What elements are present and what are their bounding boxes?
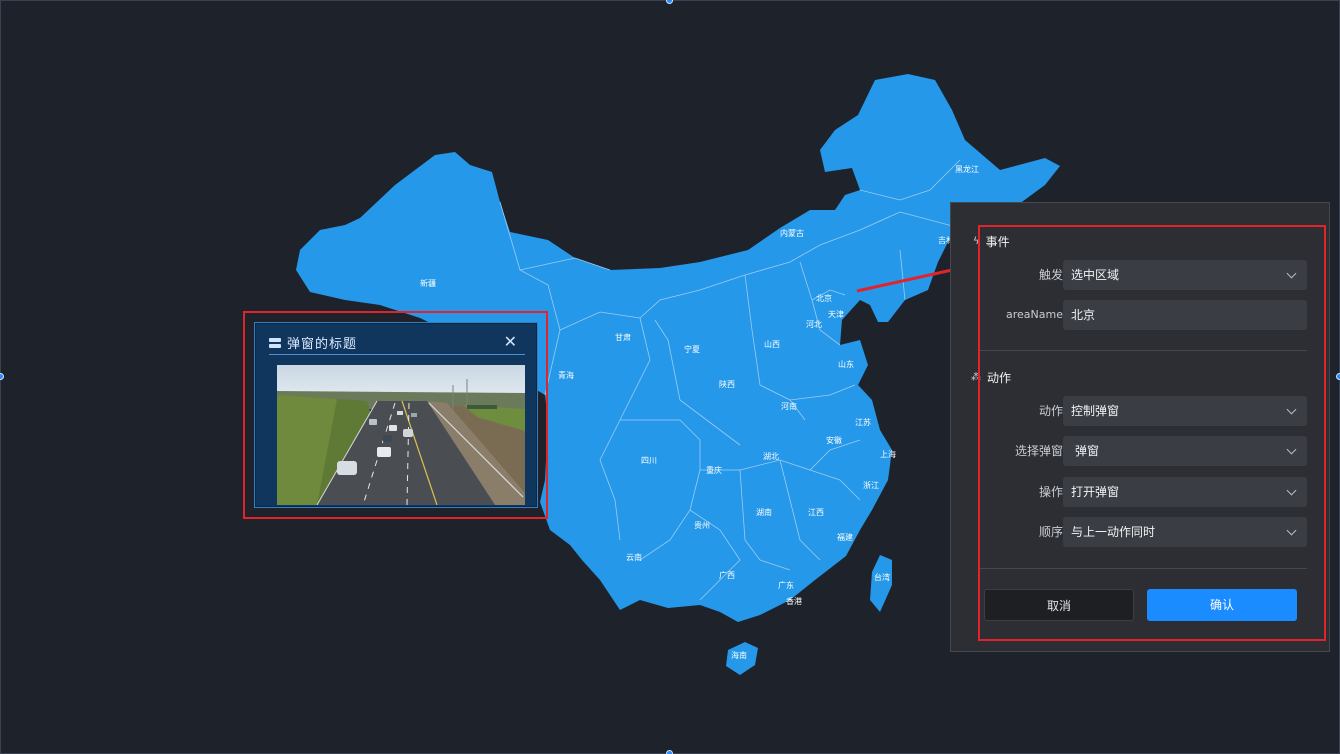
- select-popup-select[interactable]: 弹窗: [1063, 436, 1307, 466]
- province-label: 河南: [781, 401, 797, 411]
- select-popup-label: 选择弹窗: [1014, 444, 1063, 458]
- order-label: 顺序: [1038, 525, 1063, 539]
- chevron-down-icon: [1286, 444, 1297, 455]
- province-label: 北京: [816, 293, 832, 303]
- trigger-label: 触发: [1038, 268, 1063, 282]
- divider: [979, 350, 1307, 351]
- province-label: 甘肃: [615, 332, 631, 342]
- province-label: 新疆: [420, 278, 436, 288]
- lightning-icon: ϟ: [973, 236, 980, 247]
- province-label: 黑龙江: [955, 164, 979, 174]
- action-row: 动作 控制弹窗: [951, 396, 1331, 426]
- action-icon: ⁂: [971, 372, 981, 383]
- province-label: 内蒙古: [780, 228, 804, 238]
- province-label: 青海: [558, 370, 574, 380]
- chevron-down-icon: [1286, 268, 1297, 279]
- operation-label: 操作: [1038, 485, 1063, 499]
- popup-window[interactable]: 弹窗的标题 ✕: [254, 322, 538, 508]
- trigger-row: 触发 选中区域: [951, 260, 1331, 290]
- province-label: 江苏: [855, 417, 871, 427]
- province-label: 贵州: [694, 520, 710, 530]
- province-label: 湖北: [763, 452, 779, 461]
- taiwan-shape[interactable]: [870, 555, 892, 612]
- action-section-title: ⁂ 动作: [971, 371, 1012, 385]
- province-label: 福建: [837, 532, 853, 542]
- chevron-down-icon: [1286, 485, 1297, 496]
- interaction-config-panel: ϟ 事件 触发 选中区域 areaName 北京 ⁂ 动作 动作 控制弹窗 选择…: [950, 202, 1330, 652]
- province-label: 陕西: [719, 379, 735, 389]
- province-label: 山西: [764, 339, 780, 349]
- event-section-title: ϟ 事件: [973, 235, 1010, 249]
- province-label: 河北: [806, 319, 822, 329]
- province-label: 香港: [786, 596, 802, 606]
- province-label: 安徽: [826, 435, 842, 445]
- cancel-button[interactable]: 取消: [984, 589, 1134, 621]
- province-label: 江西: [808, 508, 824, 517]
- confirm-button[interactable]: 确认: [1147, 589, 1297, 621]
- trigger-select[interactable]: 选中区域: [1063, 260, 1307, 290]
- province-label: 云南: [626, 552, 642, 562]
- action-select[interactable]: 控制弹窗: [1063, 396, 1307, 426]
- province-label: 广西: [719, 570, 735, 580]
- popup-title: 弹窗的标题: [287, 337, 358, 352]
- province-label: 海南: [731, 650, 747, 660]
- province-label: 湖南: [756, 507, 772, 517]
- popup-header-icon: [269, 337, 281, 348]
- divider: [979, 568, 1307, 569]
- province-label: 四川: [641, 456, 657, 465]
- area-name-row: areaName 北京: [951, 300, 1331, 330]
- province-label: 台湾: [874, 572, 890, 582]
- area-name-label: areaName: [1006, 308, 1063, 321]
- select-popup-row: 选择弹窗 弹窗: [951, 436, 1331, 466]
- order-select[interactable]: 与上一动作同时: [1063, 517, 1307, 547]
- operation-select[interactable]: 打开弹窗: [1063, 477, 1307, 507]
- chevron-down-icon: [1286, 404, 1297, 415]
- video-frame-image: [277, 365, 525, 505]
- province-label: 上海: [880, 449, 896, 459]
- action-label: 动作: [1038, 404, 1063, 418]
- popup-header: 弹窗的标题 ✕: [269, 331, 525, 355]
- order-row: 顺序 与上一动作同时: [951, 517, 1331, 547]
- province-label: 山东: [838, 359, 854, 369]
- province-label: 宁夏: [684, 344, 700, 354]
- area-name-input[interactable]: 北京: [1063, 300, 1307, 330]
- close-icon[interactable]: ✕: [504, 333, 517, 351]
- province-label: 重庆: [706, 465, 722, 475]
- province-label: 浙江: [863, 480, 879, 490]
- operation-row: 操作 打开弹窗: [951, 477, 1331, 507]
- province-label: 广东: [778, 580, 794, 590]
- chevron-down-icon: [1286, 525, 1297, 536]
- province-label: 天津: [828, 309, 844, 319]
